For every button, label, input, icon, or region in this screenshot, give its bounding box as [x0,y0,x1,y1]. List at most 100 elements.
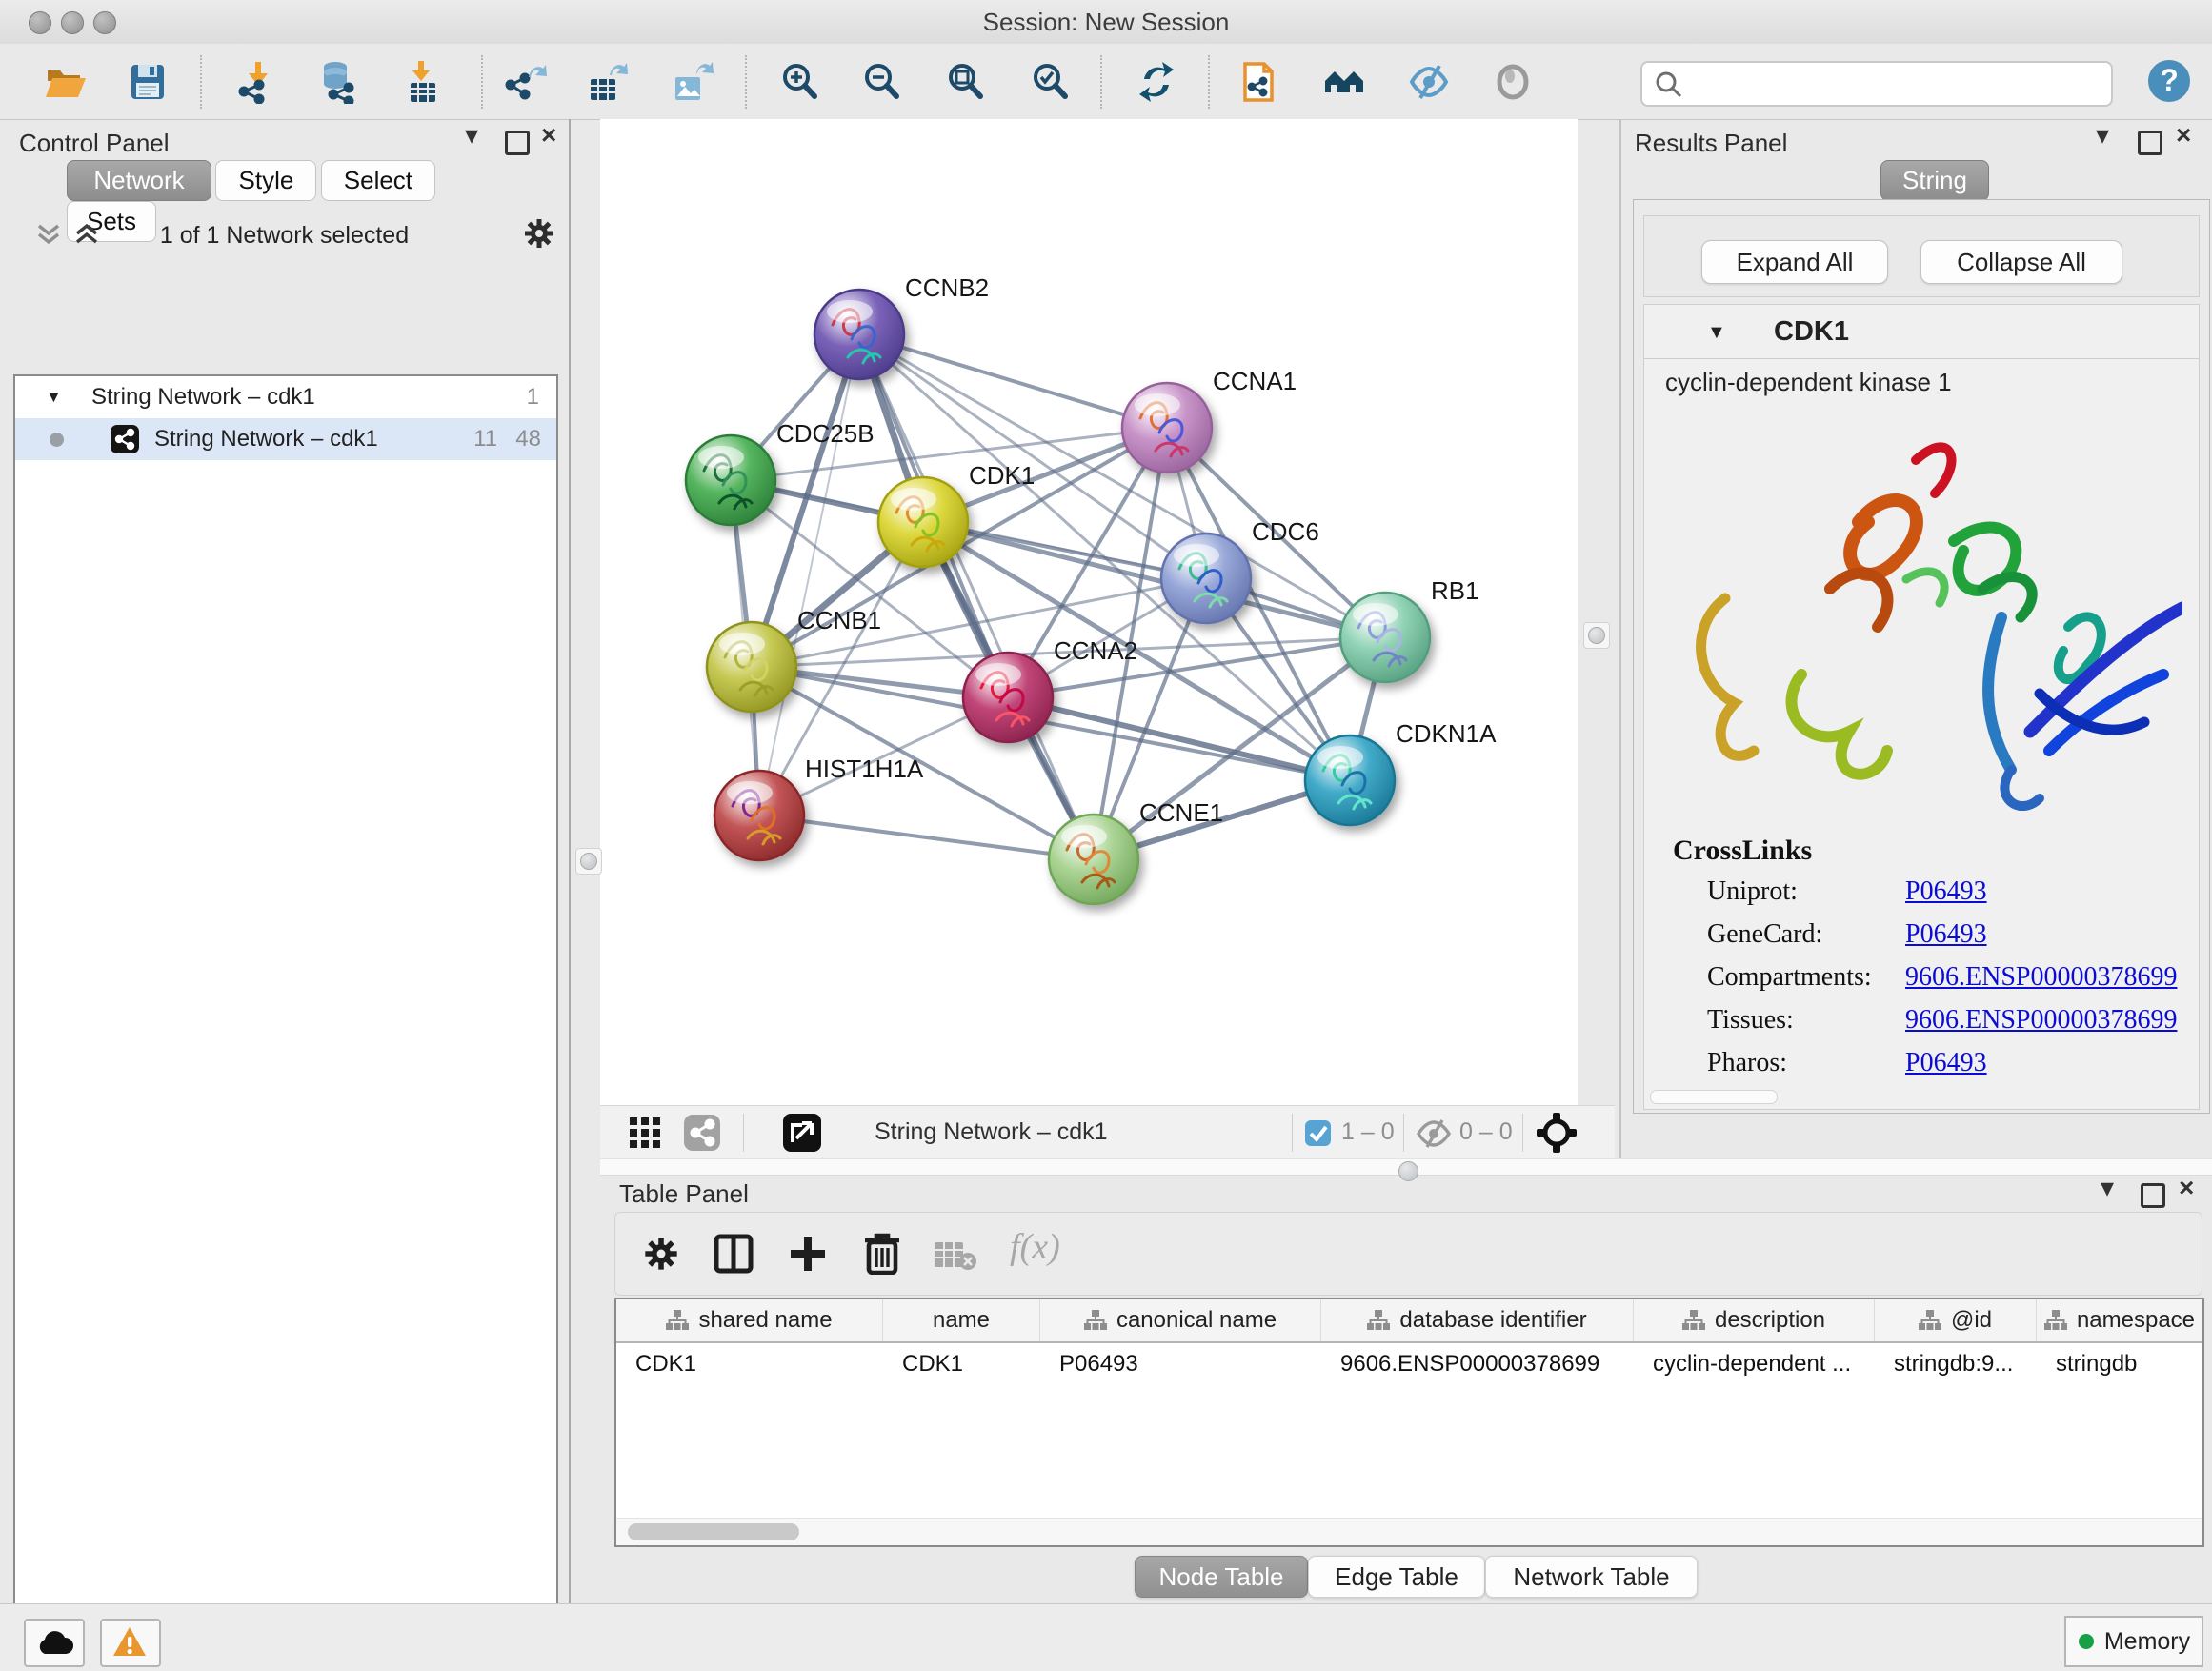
delete-column-icon[interactable] [861,1231,903,1275]
results-panel: Results Panel ▾ × String Expand All Coll… [1619,119,2212,1158]
network-node-cdkn1a[interactable]: CDKN1A [1305,719,1497,825]
network-row-selected[interactable]: String Network – cdk1 11 48 [15,418,556,460]
show-columns-icon[interactable] [713,1233,754,1275]
open-session-icon[interactable] [43,60,87,104]
cell-namespace[interactable]: stringdb [2037,1343,2202,1385]
pan-crosshair-icon[interactable] [1536,1112,1578,1154]
cell-description[interactable]: cyclin-dependent ... [1634,1343,1875,1385]
column-header[interactable]: canonical name [1040,1299,1321,1341]
table-hscrollbar[interactable] [616,1518,2202,1545]
table-panel-float-icon[interactable] [2141,1183,2165,1208]
network-collection-row[interactable]: ▼ String Network – cdk1 1 [15,376,556,418]
tab-node-table[interactable]: Node Table [1135,1556,1308,1598]
add-column-icon[interactable] [787,1233,829,1275]
network-node-ccna1[interactable]: CCNA1 [1122,367,1297,473]
hide-selected-icon[interactable] [1407,60,1451,104]
section-expander-icon[interactable]: ▼ [1707,322,1726,344]
crosslink-value[interactable]: P06493 [1905,919,1987,949]
zoom-out-icon[interactable] [860,60,904,104]
tab-string[interactable]: String [1880,160,1989,201]
first-neighbors-icon[interactable] [1322,60,1366,104]
import-network-file-icon[interactable] [236,60,280,104]
tree-expander-icon[interactable]: ▼ [46,376,62,418]
warnings-button[interactable] [100,1619,161,1667]
right-splitter-grip[interactable] [1583,622,1610,649]
zoom-fit-icon[interactable] [944,60,988,104]
share-network-icon[interactable] [684,1115,720,1151]
network-node-hist1h1a[interactable]: HIST1H1A [714,755,924,860]
network-node-cdk1[interactable]: CDK1 [878,461,1035,567]
control-panel-collapse-icon[interactable]: ▾ [465,123,478,148]
help-icon[interactable]: ? [2146,58,2192,104]
expand-all-button[interactable]: Expand All [1701,240,1888,284]
zoom-selected-icon[interactable] [1029,60,1073,104]
application-window: Session: New Session ? Control Panel [0,0,2212,1671]
selected-checkbox-icon[interactable] [1305,1120,1331,1146]
network-from-selection-icon[interactable] [1237,60,1281,104]
memory-button[interactable]: Memory [2064,1616,2203,1667]
results-panel-close-icon[interactable]: × [2176,123,2191,148]
crosslinks-title: CrossLinks [1673,835,1812,867]
left-splitter-grip[interactable] [575,848,602,875]
table-row[interactable]: CDK1 CDK1 P06493 9606.ENSP00000378699 cy… [616,1343,2202,1385]
column-header[interactable]: database identifier [1321,1299,1634,1341]
collapse-all-button[interactable]: Collapse All [1920,240,2122,284]
crosslink-value[interactable]: P06493 [1905,876,1987,906]
column-header[interactable]: namespace [2037,1299,2202,1341]
tab-select[interactable]: Select [321,160,435,201]
crosslink-value[interactable]: 9606.ENSP00000378699 [1905,962,2177,992]
network-view-canvas[interactable]: CCNB2CCNA1CDC25BCDK1CDC6RB1CCNB1CCNA2CDK… [600,119,1578,1105]
network-graph[interactable]: CCNB2CCNA1CDC25BCDK1CDC6RB1CCNB1CCNA2CDK… [600,119,1578,1105]
refresh-icon[interactable] [1135,60,1178,104]
network-node-cdc25b[interactable]: CDC25B [686,419,875,525]
network-collection-label: String Network – cdk1 [91,376,315,418]
table-options-gear-icon[interactable] [642,1235,680,1273]
search-field[interactable] [1640,61,2113,107]
table-panel-collapse-icon[interactable]: ▾ [2101,1176,2114,1200]
control-panel-close-icon[interactable]: × [541,123,556,148]
network-edge[interactable] [859,334,1167,428]
cell-name[interactable]: CDK1 [883,1343,1040,1385]
tab-network-table[interactable]: Network Table [1485,1556,1698,1598]
network-node-rb1[interactable]: RB1 [1340,576,1479,682]
save-session-icon[interactable] [126,60,170,104]
network-node-ccnb1[interactable]: CCNB1 [707,606,881,712]
column-header[interactable]: @id [1875,1299,2037,1341]
results-hscrollbar-thumb[interactable] [1650,1090,1778,1104]
cell-id[interactable]: stringdb:9... [1875,1343,2037,1385]
control-panel-float-icon[interactable] [505,131,530,155]
cell-database-identifier[interactable]: 9606.ENSP00000378699 [1321,1343,1634,1385]
grid-layout-icon[interactable] [629,1117,661,1149]
column-header[interactable]: description [1634,1299,1875,1341]
results-panel-float-icon[interactable] [2138,131,2162,155]
import-network-database-icon[interactable] [316,60,360,104]
tab-edge-table[interactable]: Edge Table [1308,1556,1485,1598]
export-image-icon[interactable] [670,60,714,104]
export-table-icon[interactable] [585,60,629,104]
table-panel-close-icon[interactable]: × [2179,1176,2194,1200]
import-table-icon[interactable] [401,60,445,104]
node-label: CDK1 [969,461,1035,490]
tab-network[interactable]: Network [67,160,211,201]
zoom-in-icon[interactable] [778,60,822,104]
cloud-button[interactable] [24,1619,85,1667]
crosslink-value[interactable]: 9606.ENSP00000378699 [1905,1005,2177,1035]
cell-shared-name[interactable]: CDK1 [616,1343,883,1385]
network-edge[interactable] [759,334,859,815]
network-options-gear-icon[interactable] [522,216,556,251]
show-all-icon[interactable] [1491,60,1535,104]
crosslink-value[interactable]: P06493 [1905,1048,1987,1077]
export-network-icon[interactable] [504,60,548,104]
column-header[interactable]: shared name [616,1299,883,1341]
column-header[interactable]: name [883,1299,1040,1341]
column-type-icon [1919,1310,1941,1331]
search-input[interactable] [1692,67,2096,99]
cell-canonical-name[interactable]: P06493 [1040,1343,1321,1385]
birdseye-view-icon[interactable] [783,1114,821,1152]
tab-style[interactable]: Style [215,160,316,201]
results-panel-collapse-icon[interactable]: ▾ [2096,123,2109,148]
crosslink-label: Tissues: [1707,1005,1905,1036]
node-label: CDKN1A [1396,719,1497,748]
network-edge[interactable] [759,815,1094,859]
table-hscrollbar-thumb[interactable] [628,1523,799,1540]
